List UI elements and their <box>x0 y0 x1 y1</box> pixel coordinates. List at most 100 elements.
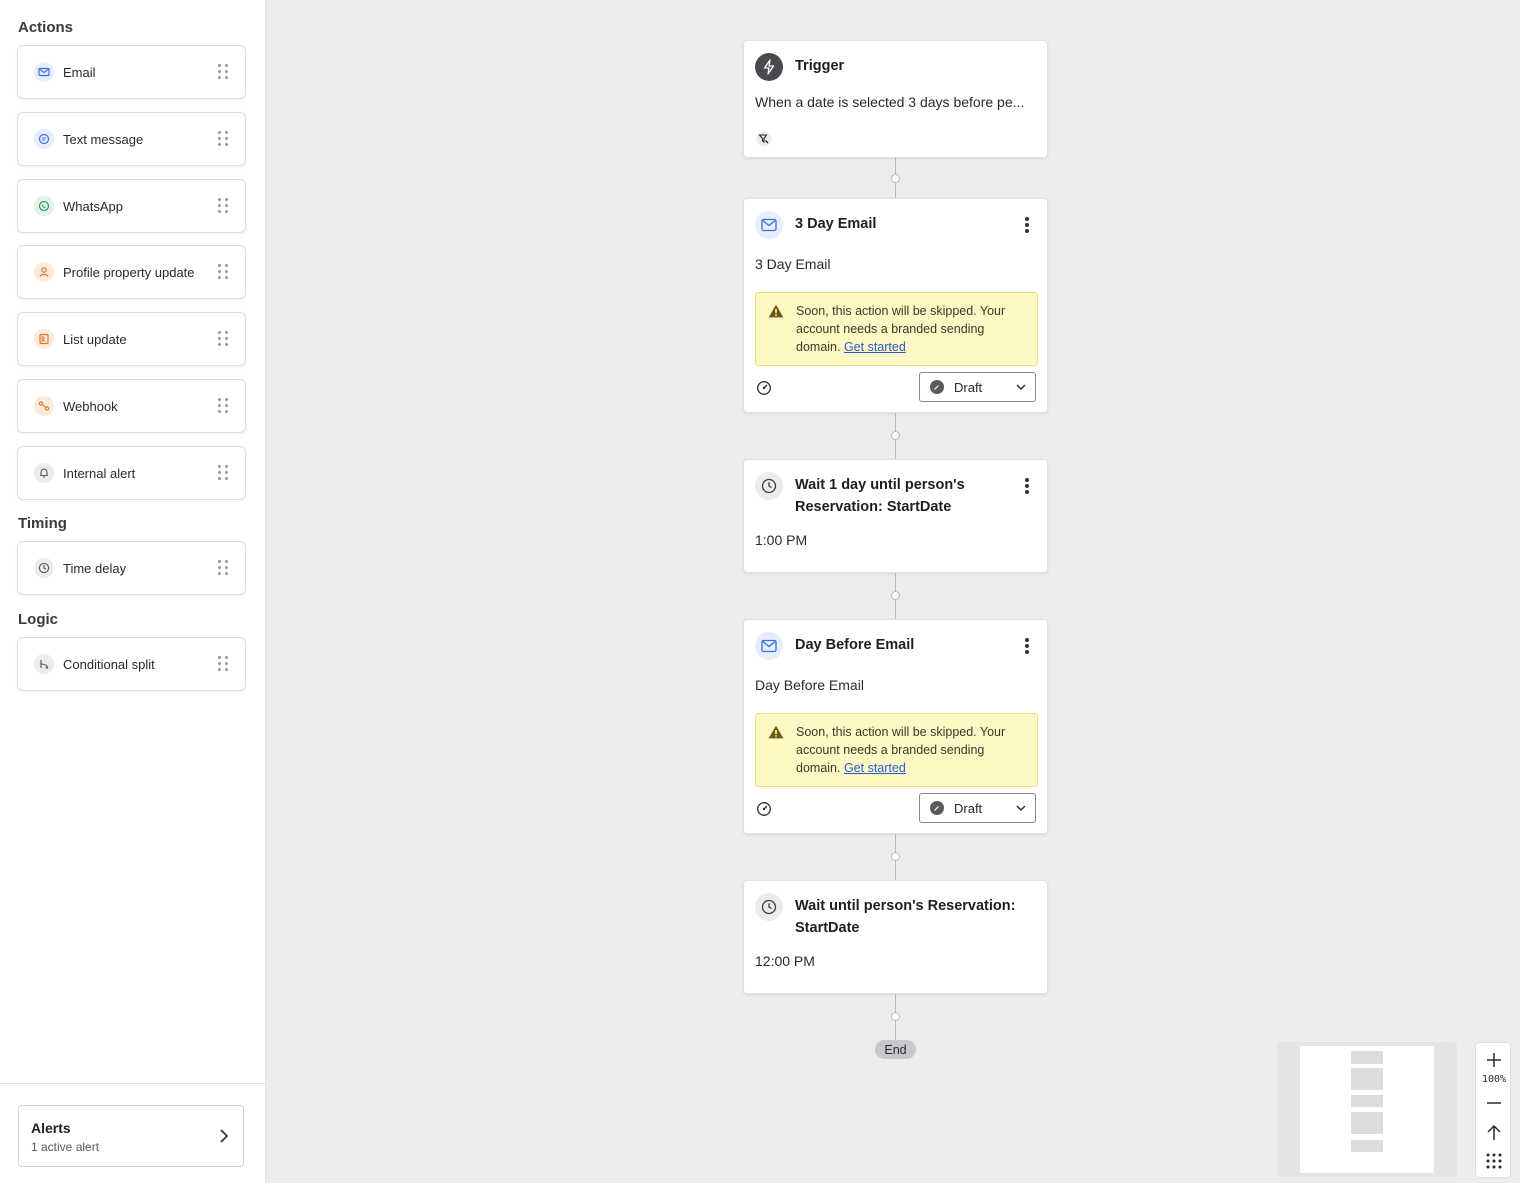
drag-handle-icon[interactable] <box>218 131 228 147</box>
minimap-block <box>1351 1112 1383 1134</box>
minimap-viewport[interactable] <box>1300 1046 1434 1173</box>
email-subject: 3 Day Email <box>755 256 831 272</box>
action-text-message[interactable]: Text message <box>17 112 246 166</box>
drag-handle-icon[interactable] <box>218 198 228 214</box>
section-title-logic: Logic <box>18 611 58 628</box>
delay-time: 1:00 PM <box>755 532 808 548</box>
analytics-icon[interactable] <box>756 801 772 817</box>
draft-status-icon <box>930 380 944 394</box>
action-conditional-split[interactable]: Conditional split <box>17 637 246 691</box>
warning-banner: Soon, this action will be skipped. Your … <box>755 713 1038 787</box>
alerts-title: Alerts <box>31 1120 71 1136</box>
minimap-block <box>1351 1140 1383 1152</box>
minimap-block <box>1351 1095 1383 1107</box>
drag-handle-icon[interactable] <box>218 331 228 347</box>
action-label: Profile property update <box>63 264 195 280</box>
drag-handle-icon[interactable] <box>218 64 228 80</box>
drag-handle-icon[interactable] <box>218 264 228 280</box>
chat-icon <box>34 129 54 149</box>
delay-title: Wait 1 day until person's Reservation: S… <box>795 477 965 515</box>
drag-handle-icon[interactable] <box>218 398 228 414</box>
chevron-right-icon <box>220 1129 229 1143</box>
alerts-button[interactable]: Alerts 1 active alert <box>18 1105 244 1167</box>
grid-view-button[interactable] <box>1476 1150 1512 1172</box>
time-delay-card-1[interactable]: Wait 1 day until person's Reservation: S… <box>743 459 1048 573</box>
action-label: Text message <box>63 131 144 147</box>
zoom-out-button[interactable] <box>1476 1093 1512 1113</box>
action-whatsapp[interactable]: WhatsApp <box>17 179 246 233</box>
alerts-count: 1 active alert <box>31 1140 100 1154</box>
add-step-node[interactable] <box>891 431 900 440</box>
add-step-node[interactable] <box>891 1012 900 1021</box>
minimap-block <box>1351 1068 1383 1090</box>
status-dropdown[interactable]: Draft <box>919 793 1036 823</box>
trigger-card[interactable]: Trigger When a date is selected 3 days b… <box>743 40 1048 158</box>
action-label: List update <box>63 331 127 347</box>
more-options-icon[interactable] <box>1025 217 1029 233</box>
split-icon <box>34 654 54 674</box>
trigger-description: When a date is selected 3 days before pe… <box>755 94 1025 110</box>
bell-icon <box>34 463 54 483</box>
email-subject: Day Before Email <box>755 677 864 693</box>
status-value: Draft <box>954 379 983 395</box>
flow-end-marker: End <box>875 1040 916 1059</box>
action-label: Email <box>63 64 96 80</box>
chevron-down-icon <box>1016 384 1026 390</box>
zoom-controls: 100% <box>1475 1042 1511 1178</box>
minimap-block <box>1351 1051 1383 1064</box>
webhook-icon <box>34 396 54 416</box>
get-started-link[interactable]: Get started <box>844 761 906 775</box>
scroll-to-top-button[interactable] <box>1476 1121 1512 1143</box>
list-icon <box>34 329 54 349</box>
action-list-update[interactable]: List update <box>17 312 246 366</box>
action-profile-property-update[interactable]: Profile property update <box>17 245 246 299</box>
draft-status-icon <box>930 801 944 815</box>
chevron-down-icon <box>1016 805 1026 811</box>
mail-icon <box>755 632 783 660</box>
action-webhook[interactable]: Webhook <box>17 379 246 433</box>
action-email[interactable]: Email <box>17 45 246 99</box>
email-card-3-day[interactable]: 3 Day Email 3 Day Email Soon, this actio… <box>743 198 1048 413</box>
warning-icon <box>768 725 784 739</box>
lightning-icon <box>755 53 783 81</box>
mail-icon <box>755 211 783 239</box>
section-title-timing: Timing <box>18 515 67 532</box>
actions-sidebar: Actions Email Text message WhatsApp Prof… <box>0 0 266 1183</box>
clock-icon <box>755 893 783 921</box>
profile-icon <box>34 262 54 282</box>
delay-title: Wait until person's Reservation: StartDa… <box>795 898 1016 936</box>
action-label: Webhook <box>63 398 118 414</box>
email-card-day-before[interactable]: Day Before Email Day Before Email Soon, … <box>743 619 1048 834</box>
action-time-delay[interactable]: Time delay <box>17 541 246 595</box>
get-started-link[interactable]: Get started <box>844 340 906 354</box>
status-dropdown[interactable]: Draft <box>919 372 1036 402</box>
trigger-title: Trigger <box>795 58 845 74</box>
drag-handle-icon[interactable] <box>218 560 228 576</box>
zoom-in-button[interactable] <box>1476 1049 1512 1071</box>
drag-handle-icon[interactable] <box>218 465 228 481</box>
drag-handle-icon[interactable] <box>218 656 228 672</box>
warning-icon <box>768 304 784 318</box>
action-label: Time delay <box>63 560 127 576</box>
action-internal-alert[interactable]: Internal alert <box>17 446 246 500</box>
plus-icon <box>1487 1053 1501 1067</box>
action-label: Conditional split <box>63 656 155 672</box>
delay-time: 12:00 PM <box>755 953 815 969</box>
more-options-icon[interactable] <box>1025 478 1029 494</box>
mail-icon <box>34 62 54 82</box>
status-value: Draft <box>954 800 983 816</box>
zoom-level: 100% <box>1481 1074 1507 1085</box>
time-delay-card-2[interactable]: Wait until person's Reservation: StartDa… <box>743 880 1048 994</box>
analytics-icon[interactable] <box>756 380 772 396</box>
more-options-icon[interactable] <box>1025 638 1029 654</box>
arrow-up-icon <box>1487 1124 1501 1140</box>
email-title: 3 Day Email <box>795 216 877 232</box>
add-step-node[interactable] <box>891 174 900 183</box>
action-label: WhatsApp <box>63 198 123 214</box>
warning-banner: Soon, this action will be skipped. Your … <box>755 292 1038 366</box>
add-step-node[interactable] <box>891 591 900 600</box>
filter-icon[interactable] <box>756 131 772 147</box>
minimap[interactable] <box>1277 1042 1457 1177</box>
add-step-node[interactable] <box>891 852 900 861</box>
action-label: Internal alert <box>63 465 136 481</box>
